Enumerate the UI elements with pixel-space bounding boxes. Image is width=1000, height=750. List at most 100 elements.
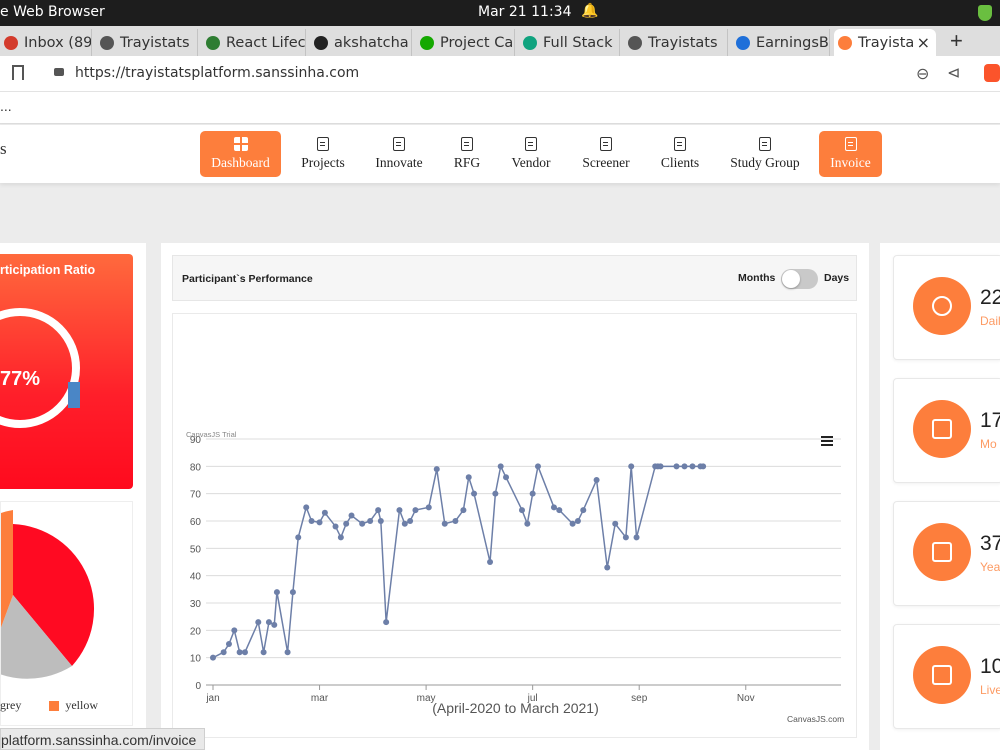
y-tick-label: 70 [190, 490, 202, 501]
brand[interactable]: s [0, 139, 7, 159]
share-icon[interactable]: ⊲ [947, 63, 960, 83]
browser-tab[interactable]: React Lifec [202, 29, 306, 56]
person-card-icon [525, 137, 537, 151]
shield-icon[interactable] [978, 5, 992, 21]
data-point [396, 507, 403, 514]
nav-study-group[interactable]: Study Group [726, 131, 804, 177]
address-bar: https://trayistatsplatform.sanssinha.com… [0, 56, 1000, 92]
globe-icon [100, 35, 114, 50]
clock[interactable]: Mar 21 11:34 [478, 4, 571, 20]
browser-tab[interactable]: Trayistats [96, 29, 198, 56]
nav-label: Projects [301, 155, 345, 170]
data-point [231, 627, 238, 634]
data-point [303, 504, 310, 511]
nav-projects[interactable]: Projects [296, 131, 350, 177]
chart-credit[interactable]: CanvasJS.com [787, 714, 844, 724]
bell-icon[interactable]: 🔔 [581, 3, 598, 19]
clipboard-icon [461, 137, 473, 151]
data-point [673, 463, 680, 470]
clipboard-icon [759, 137, 771, 151]
nav-label: Vendor [511, 155, 551, 170]
data-point [308, 518, 315, 524]
stat-value: 22 [980, 286, 1000, 309]
bookmarks-overflow[interactable]: ... [0, 98, 12, 114]
data-point [271, 621, 278, 628]
data-point [316, 519, 323, 526]
chart-menu-icon[interactable] [821, 436, 833, 446]
stat-value: 37 [980, 532, 1000, 555]
stat-card-daily[interactable]: 22 Daily [893, 255, 1000, 360]
stat-icon-circle [913, 400, 971, 458]
browser-tab[interactable]: Inbox (894 [0, 29, 92, 56]
data-point [452, 518, 459, 524]
data-point [441, 520, 448, 527]
stat-card-yearly[interactable]: 37 Yea [893, 501, 1000, 606]
data-point [383, 619, 390, 626]
browser-tab[interactable]: EarningsB [732, 29, 830, 56]
data-point [519, 507, 525, 514]
data-point [593, 477, 600, 483]
browser-tab[interactable]: akshatcha [310, 29, 412, 56]
line-chart-svg: 0102030405060708090jan mar may jul sep Nov [190, 435, 841, 704]
nav-label: Innovate [375, 155, 423, 170]
pie-chart-card [0, 501, 133, 726]
months-days-toggle[interactable] [781, 269, 818, 289]
nav-dashboard[interactable]: Dashboard [200, 131, 281, 177]
zoom-icon[interactable]: ⊖ [916, 64, 929, 84]
legend-grey[interactable]: grey [0, 698, 21, 712]
data-point [460, 507, 467, 514]
tab-label: EarningsB [756, 34, 829, 51]
stat-card-monthly[interactable]: 17 Mo [893, 378, 1000, 483]
data-point [425, 504, 432, 511]
data-point [700, 463, 707, 470]
nav-invoice[interactable]: Invoice [819, 131, 882, 177]
browser-tab[interactable]: Project Ca [416, 29, 515, 56]
gmail-icon [4, 35, 18, 50]
data-point [332, 523, 339, 530]
series-line [212, 463, 704, 659]
person-card-icon [674, 137, 686, 151]
tab-label: Project Ca [440, 34, 514, 51]
nav-vendor[interactable]: Vendor [507, 131, 555, 177]
tray-icon [838, 35, 852, 50]
tab-label: Inbox (894 [24, 34, 92, 51]
browser-tab[interactable]: Trayista × [834, 29, 936, 56]
brave-icon[interactable] [984, 64, 1000, 82]
browser-tab[interactable]: Full Stack [519, 29, 620, 56]
data-point [210, 654, 216, 661]
nav-clients[interactable]: Clients [656, 131, 704, 177]
w-icon [206, 35, 220, 50]
y-tick-label: 10 [190, 654, 202, 665]
data-point [367, 518, 374, 524]
eb-icon [736, 35, 750, 50]
performance-title: Participant`s Performance [182, 273, 313, 285]
url-field[interactable]: https://trayistatsplatform.sanssinha.com [75, 65, 359, 81]
tab-label: Full Stack [543, 34, 613, 51]
stat-label: Live [980, 683, 1000, 697]
globe-icon [628, 35, 642, 50]
toggle-label-days: Days [824, 272, 850, 284]
nav-screener[interactable]: Screener [578, 131, 634, 177]
upwork-icon [420, 35, 434, 50]
clock-icon [932, 296, 952, 316]
legend-yellow[interactable]: yellow [65, 698, 98, 712]
new-tab-button[interactable]: + [950, 28, 963, 54]
lock-icon [54, 68, 64, 76]
chart-trial-watermark: CanvasJS Trial [186, 430, 237, 439]
calendar-grid-icon [932, 542, 952, 562]
data-point [433, 466, 440, 473]
browser-tab[interactable]: Trayistats [624, 29, 728, 56]
chart-caption: (April-2020 to March 2021) [432, 700, 599, 716]
status-bar-url: platform.sanssinha.com/invoice [0, 728, 206, 750]
nav-innovate[interactable]: Innovate [372, 131, 426, 177]
data-point [622, 534, 629, 541]
y-tick-label: 20 [190, 626, 202, 637]
data-point [612, 520, 619, 527]
checklist-icon [600, 137, 612, 151]
close-tab-icon[interactable]: × [917, 33, 930, 52]
bookmark-icon[interactable] [12, 65, 24, 80]
nav-label: Invoice [830, 155, 871, 170]
nav-rfg[interactable]: RFG [446, 131, 488, 177]
data-point [295, 534, 302, 541]
stat-card-live[interactable]: 10 Live [893, 624, 1000, 729]
